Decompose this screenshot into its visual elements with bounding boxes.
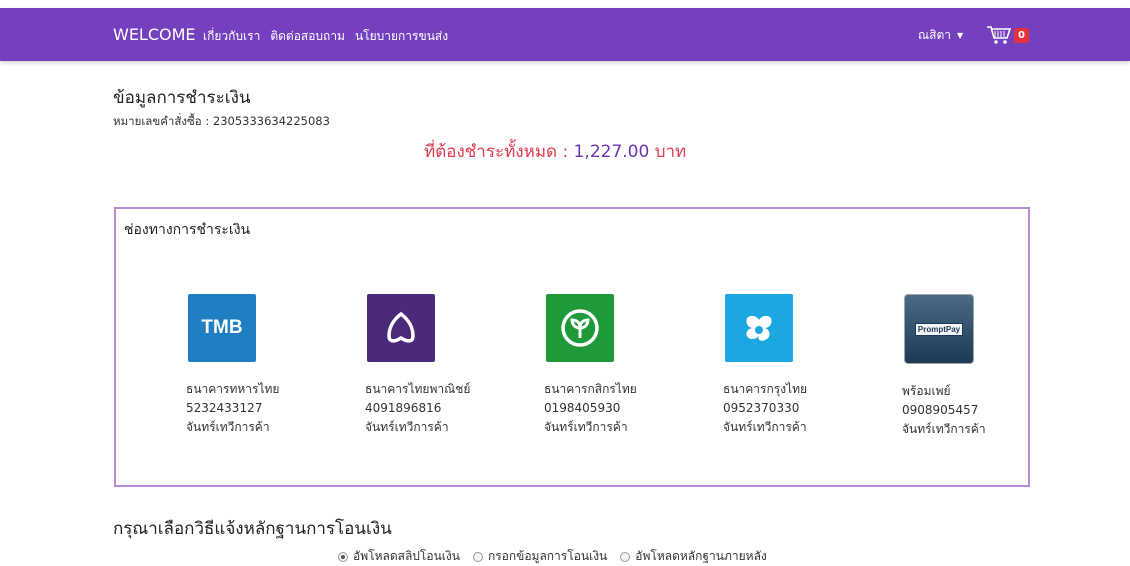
radio-upload-slip[interactable] — [338, 551, 348, 562]
nav-link-shipping-policy[interactable]: นโยบายการขนส่ง — [355, 27, 448, 46]
nav-link-contact[interactable]: ติดต่อสอบถาม — [270, 27, 345, 46]
bank-card-promptpay: PromptPay พร้อมเพย์ 0908905457 จันทร์เทว… — [902, 294, 1052, 439]
radio-upload-later[interactable] — [620, 551, 631, 562]
evidence-method-options: อัพโหลดสลิปโอนเงิน กรอกข้อมูลการโอนเงิน … — [338, 547, 767, 566]
cart-count-badge: 0 — [1014, 27, 1029, 43]
total-amount: 1,227.00 — [573, 142, 650, 162]
evidence-method-title: กรุณาเลือกวิธีแจ้งหลักฐานการโอนเงิน — [113, 519, 392, 539]
nav-link-about[interactable]: เกี่ยวกับเรา — [203, 27, 260, 46]
bank-name: ธนาคารทหารไทย — [186, 382, 280, 396]
bank-name: ธนาคารกสิกรไทย — [544, 382, 637, 396]
option-upload-later[interactable]: อัพโหลดหลักฐานภายหลัง — [620, 547, 767, 566]
cart-button[interactable]: 0 — [986, 25, 1029, 45]
account-holder: จันทร์เทวีการค้า — [902, 422, 986, 436]
promptpay-logo-icon: PromptPay — [904, 294, 974, 364]
kbank-logo-icon — [546, 294, 614, 362]
account-number: 0952370330 — [723, 401, 800, 415]
bank-name: ธนาคารกรุงไทย — [723, 382, 808, 396]
option-label: อัพโหลดสลิปโอนเงิน — [353, 549, 460, 563]
order-number: หมายเลขคำสั่งซื้อ : 2305333634225083 — [113, 114, 330, 128]
bank-name: ธนาคารไทยพาณิชย์ — [365, 382, 471, 396]
account-number: 4091896816 — [365, 401, 442, 415]
nav-links: เกี่ยวกับเรา ติดต่อสอบถาม นโยบายการขนส่ง — [203, 27, 448, 46]
account-holder: จันทร์เทวีการค้า — [544, 420, 628, 434]
bank-card-scb: ธนาคารไทยพาณิชย์ 4091896816 จันทร์เทวีกา… — [365, 294, 515, 437]
caret-down-icon: ▼ — [957, 31, 964, 40]
account-number: 0198405930 — [544, 401, 621, 415]
brand-link[interactable]: WELCOME — [113, 25, 196, 44]
bank-card-ktb: ธนาคารกรุงไทย 0952370330 จันทร์เทวีการค้… — [723, 294, 873, 437]
total-unit: บาท — [649, 142, 687, 162]
tmb-logo-icon: TMB — [188, 294, 256, 362]
shopping-cart-icon — [986, 25, 1012, 45]
account-number: 0908905457 — [902, 403, 979, 417]
option-label: อัพโหลดหลักฐานภายหลัง — [635, 549, 767, 563]
page-title: ข้อมูลการชำระเงิน — [113, 88, 251, 108]
ktb-logo-icon — [725, 294, 793, 362]
account-holder: จันทร์เทวีการค้า — [723, 420, 807, 434]
radio-enter-transfer-info[interactable] — [472, 551, 483, 562]
option-label: กรอกข้อมูลการโอนเงิน — [487, 549, 608, 563]
bank-card-tmb: TMB ธนาคารทหารไทย 5232433127 จันทร์เทวีก… — [186, 294, 336, 437]
total-due: ที่ต้องชำระทั้งหมด : 1,227.00 บาท — [424, 138, 686, 165]
option-upload-slip[interactable]: อัพโหลดสลิปโอนเงิน — [338, 547, 460, 566]
promptpay-logo-text: PromptPay — [914, 322, 964, 336]
account-holder: จันทร์เทวีการค้า — [365, 420, 449, 434]
bank-card-kbank: ธนาคารกสิกรไทย 0198405930 จันทร์เทวีการค… — [544, 294, 694, 437]
bank-name: พร้อมเพย์ — [902, 384, 951, 398]
payment-channels-title: ช่องทางการชำระเงิน — [124, 222, 251, 238]
tmb-logo-text: TMB — [201, 317, 243, 338]
option-enter-transfer-info[interactable]: กรอกข้อมูลการโอนเงิน — [472, 547, 608, 566]
account-number: 5232433127 — [186, 401, 263, 415]
user-name: ณสิตา — [918, 28, 951, 42]
total-label: ที่ต้องชำระทั้งหมด : — [424, 142, 574, 162]
scb-logo-icon — [367, 294, 435, 362]
account-holder: จันทร์เทวีการค้า — [186, 420, 270, 434]
top-navbar: WELCOME เกี่ยวกับเรา ติดต่อสอบถาม นโยบาย… — [0, 8, 1130, 61]
payment-channels-panel: ช่องทางการชำระเงิน TMB ธนาคารทหารไทย 523… — [114, 207, 1030, 487]
user-menu-dropdown[interactable]: ณสิตา ▼ — [918, 26, 963, 45]
